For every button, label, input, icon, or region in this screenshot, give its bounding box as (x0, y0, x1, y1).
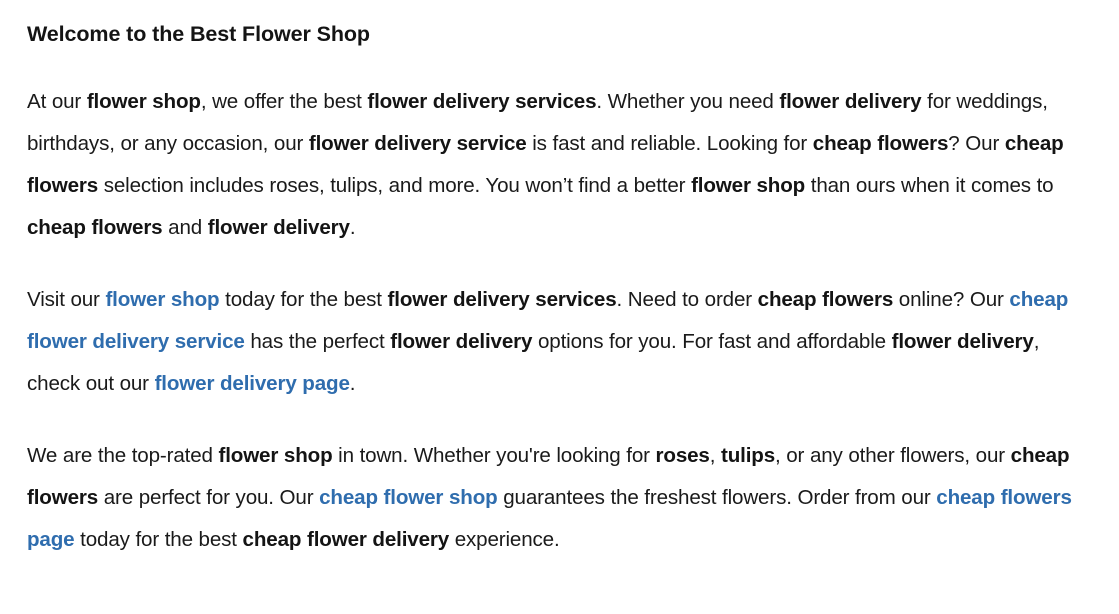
body-text: are perfect for you. Our (98, 486, 320, 509)
keyword-emphasis: cheap flower delivery (242, 528, 450, 551)
keyword-emphasis: flower delivery (390, 330, 533, 353)
page-title: Welcome to the Best Flower Shop (27, 22, 370, 46)
keyword-emphasis: flower shop (86, 90, 201, 113)
body-text: guarantees the freshest flowers. Order f… (497, 486, 937, 509)
body-text: and (162, 216, 208, 239)
body-text: At our (27, 90, 87, 113)
body-text: , or any other flowers, our (775, 444, 1011, 467)
body-text: today for the best (74, 528, 243, 551)
text-link[interactable]: cheap flower shop (319, 486, 498, 509)
paragraph-2: Visit our flower shop today for the best… (27, 279, 1090, 405)
body-text: . (349, 216, 356, 239)
body-text: We are the top-rated (27, 444, 219, 467)
keyword-emphasis: flower delivery (891, 330, 1034, 353)
body-text: in town. Whether you're looking for (332, 444, 656, 467)
article-body: At our flower shop, we offer the best fl… (27, 81, 1090, 561)
keyword-emphasis: cheap flowers (27, 216, 163, 239)
body-text: . Need to order (616, 288, 758, 311)
keyword-emphasis: cheap flowers (757, 288, 894, 311)
keyword-emphasis: flower delivery (207, 216, 350, 239)
keyword-emphasis: flower delivery (779, 90, 922, 113)
body-text: , (709, 444, 721, 467)
body-text: today for the best (219, 288, 388, 311)
keyword-emphasis: tulips (721, 444, 776, 467)
keyword-emphasis: flower shop (691, 174, 806, 197)
text-link[interactable]: flower shop (105, 288, 219, 311)
text-link[interactable]: flower delivery page (155, 372, 350, 395)
keyword-emphasis: cheap flowers (812, 132, 949, 155)
body-text: . Whether you need (596, 90, 780, 113)
body-text: . (349, 372, 356, 395)
keyword-emphasis: flower shop (218, 444, 333, 467)
body-text: options for you. For fast and affordable (532, 330, 892, 353)
keyword-emphasis: roses (655, 444, 710, 467)
page-content: Welcome to the Best Flower Shop At our f… (0, 19, 1119, 561)
paragraph-1: At our flower shop, we offer the best fl… (27, 81, 1090, 249)
body-text: is fast and reliable. Looking for (526, 132, 813, 155)
keyword-emphasis: flower delivery service (308, 132, 527, 155)
keyword-emphasis: flower delivery services (387, 288, 617, 311)
body-text: than ours when it comes to (805, 174, 1054, 197)
body-text: experience. (449, 528, 560, 551)
body-text: , we offer the best (200, 90, 368, 113)
body-text: online? Our (893, 288, 1010, 311)
body-text: ? Our (948, 132, 1005, 155)
body-text: selection includes roses, tulips, and mo… (98, 174, 692, 197)
body-text: Visit our (27, 288, 106, 311)
paragraph-3: We are the top-rated flower shop in town… (27, 435, 1090, 561)
body-text: has the perfect (244, 330, 391, 353)
keyword-emphasis: flower delivery services (367, 90, 597, 113)
